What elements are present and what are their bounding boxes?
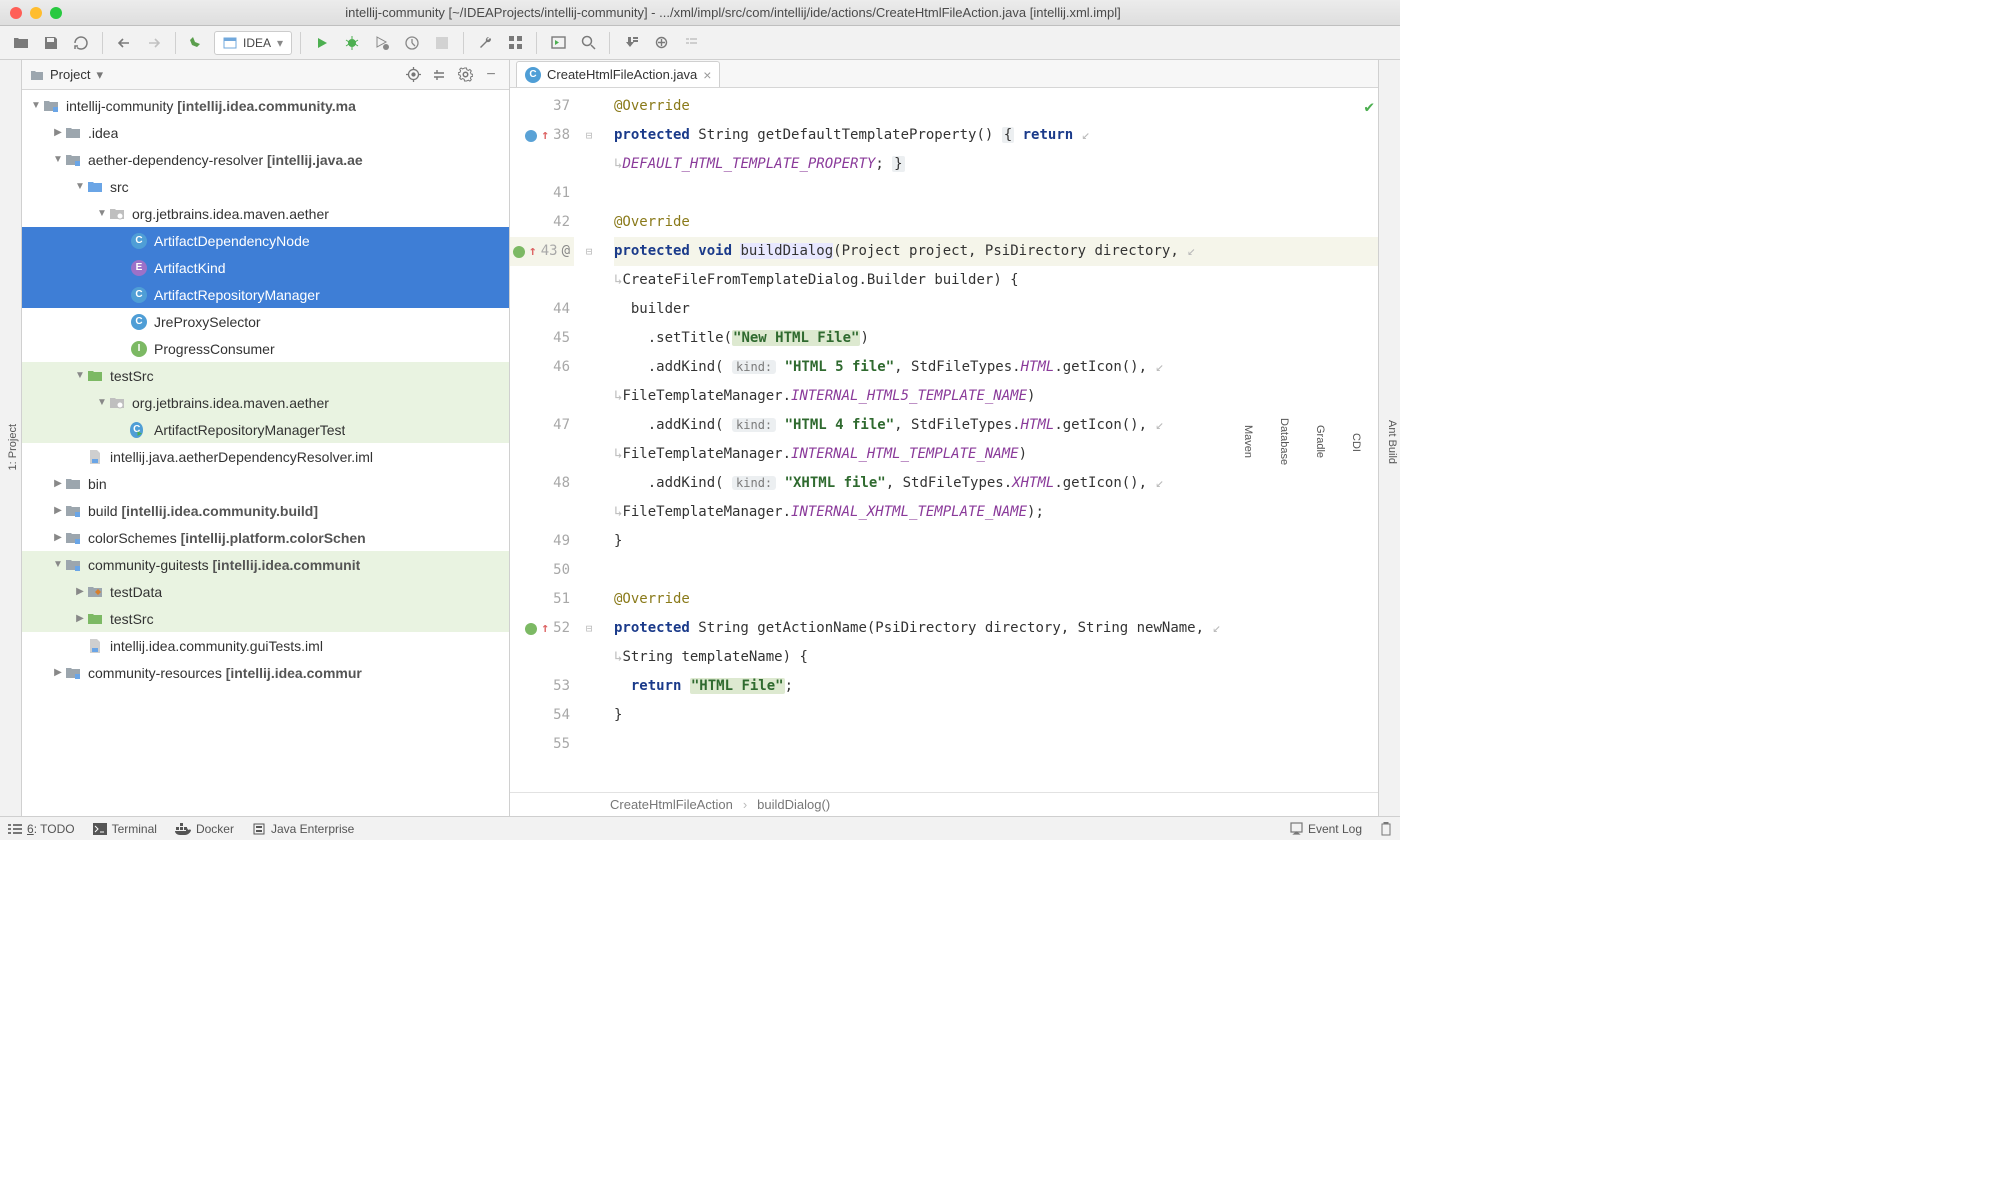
line-gutter[interactable]: 37↑384142↑43 @4445464748495051↑52535455	[510, 88, 580, 792]
breadcrumb-item[interactable]: CreateHtmlFileAction	[610, 797, 733, 812]
sb-jee[interactable]: Java Enterprise	[252, 822, 354, 836]
close-tab-icon[interactable]: ×	[703, 67, 711, 83]
vcs-update-icon[interactable]	[618, 30, 644, 56]
sb-terminal[interactable]: Terminal	[93, 822, 157, 836]
open-file-icon[interactable]	[8, 30, 34, 56]
fold-gutter[interactable]: ⊟⊟⊟	[580, 88, 598, 792]
tw-ant[interactable]: Ant Build	[1384, 414, 1400, 470]
breadcrumbs[interactable]: CreateHtmlFileAction › buildDialog()	[510, 792, 1378, 816]
refresh-icon[interactable]	[68, 30, 94, 56]
tree-node[interactable]: CArtifactDependencyNode	[22, 227, 509, 254]
sb-docker[interactable]: Docker	[175, 822, 234, 836]
project-tree[interactable]: ▼intellij-community [intellij.idea.commu…	[22, 90, 509, 816]
project-structure-icon[interactable]	[502, 30, 528, 56]
inspection-ok-icon: ✔	[1364, 92, 1374, 121]
minimize-window-button[interactable]	[30, 7, 42, 19]
sb-todo[interactable]: 6: TODO	[8, 822, 75, 836]
code-editor[interactable]: ✔ 37↑384142↑43 @4445464748495051↑5253545…	[510, 88, 1378, 792]
run-anything-icon[interactable]	[545, 30, 571, 56]
tree-node[interactable]: ▼aether-dependency-resolver [intellij.ja…	[22, 146, 509, 173]
tree-node[interactable]: ▶build [intellij.idea.community.build]	[22, 497, 509, 524]
left-tool-stripe: 1: Project7: Structure2: Favoritesnpm ★ …	[0, 60, 22, 816]
profile-icon[interactable]	[399, 30, 425, 56]
build-icon[interactable]	[184, 30, 210, 56]
tree-node[interactable]: intellij.java.aetherDependencyResolver.i…	[22, 443, 509, 470]
tree-node[interactable]: ▼org.jetbrains.idea.maven.aether	[22, 200, 509, 227]
tw-project[interactable]: 1: Project	[5, 407, 21, 476]
status-bar: 6: TODO Terminal Docker Java Enterprise Ev…	[0, 816, 1400, 840]
tree-node[interactable]: ▼intellij-community [intellij.idea.commu…	[22, 92, 509, 119]
chevron-down-icon[interactable]: ▾	[96, 67, 103, 83]
forward-icon[interactable]	[141, 30, 167, 56]
expand-all-icon[interactable]	[429, 65, 449, 85]
back-icon[interactable]	[111, 30, 137, 56]
close-window-button[interactable]	[10, 7, 22, 19]
editor-tab[interactable]: C CreateHtmlFileAction.java ×	[516, 61, 720, 87]
editor-tabs: C CreateHtmlFileAction.java ×	[510, 60, 1378, 88]
window-title: intellij-community [~/IDEAProjects/intel…	[76, 5, 1390, 20]
stop-icon[interactable]	[429, 30, 455, 56]
tree-node[interactable]: ▶.idea	[22, 119, 509, 146]
hide-panel-icon[interactable]: −	[481, 65, 501, 85]
vcs-history-icon[interactable]	[678, 30, 704, 56]
editor-area: C CreateHtmlFileAction.java × ✔ 37↑38414…	[510, 60, 1378, 816]
tree-node[interactable]: ▶community-resources [intellij.idea.comm…	[22, 659, 509, 686]
event-log-button[interactable]: Event Log	[1290, 822, 1362, 836]
debug-icon[interactable]	[339, 30, 365, 56]
project-panel-title: Project	[50, 67, 90, 82]
memory-indicator-icon[interactable]	[1380, 822, 1392, 836]
tree-node[interactable]: ▶colorSchemes [intellij.platform.colorSc…	[22, 524, 509, 551]
class-icon: C	[525, 67, 541, 83]
run-config-selector[interactable]: IDEA ▾	[214, 31, 292, 55]
coverage-icon[interactable]	[369, 30, 395, 56]
tree-node[interactable]: ▼testSrc	[22, 362, 509, 389]
zoom-window-button[interactable]	[50, 7, 62, 19]
tree-node[interactable]: ▶testData	[22, 578, 509, 605]
chevron-down-icon: ▾	[277, 36, 283, 50]
tab-label: CreateHtmlFileAction.java	[547, 67, 697, 82]
run-config-label: IDEA	[243, 36, 271, 50]
chevron-right-icon: ›	[743, 797, 747, 812]
settings-wrench-icon[interactable]	[472, 30, 498, 56]
main-toolbar: IDEA ▾	[0, 26, 1400, 60]
tree-node[interactable]: IProgressConsumer	[22, 335, 509, 362]
project-panel-header: Project ▾ −	[22, 60, 509, 90]
tree-node[interactable]: C▸ArtifactRepositoryManagerTest	[22, 416, 509, 443]
traffic-lights	[10, 7, 62, 19]
tree-node[interactable]: ▼community-guitests [intellij.idea.commu…	[22, 551, 509, 578]
locate-icon[interactable]	[403, 65, 423, 85]
save-icon[interactable]	[38, 30, 64, 56]
vcs-commit-icon[interactable]	[648, 30, 674, 56]
tree-node[interactable]: ▶bin	[22, 470, 509, 497]
tw-structure[interactable]: 7: Structure	[0, 407, 5, 476]
folder-icon	[30, 68, 44, 82]
application-icon	[223, 36, 237, 50]
tree-node[interactable]: ▼src	[22, 173, 509, 200]
tree-node[interactable]: CArtifactRepositoryManager	[22, 281, 509, 308]
run-icon[interactable]	[309, 30, 335, 56]
window-titlebar: intellij-community [~/IDEAProjects/intel…	[0, 0, 1400, 26]
tree-node[interactable]: EArtifactKind	[22, 254, 509, 281]
right-tool-stripe: Ant BuildCDIGradleDatabaseMaven	[1378, 60, 1400, 816]
tree-node[interactable]: intellij.idea.community.guiTests.iml	[22, 632, 509, 659]
gear-icon[interactable]	[455, 65, 475, 85]
tree-node[interactable]: ▶testSrc	[22, 605, 509, 632]
tree-node[interactable]: CJreProxySelector	[22, 308, 509, 335]
breadcrumb-item[interactable]: buildDialog()	[757, 797, 830, 812]
tree-node[interactable]: ▼org.jetbrains.idea.maven.aether	[22, 389, 509, 416]
search-icon[interactable]	[575, 30, 601, 56]
project-tool-window: Project ▾ − ▼intellij-community [intelli…	[22, 60, 510, 816]
